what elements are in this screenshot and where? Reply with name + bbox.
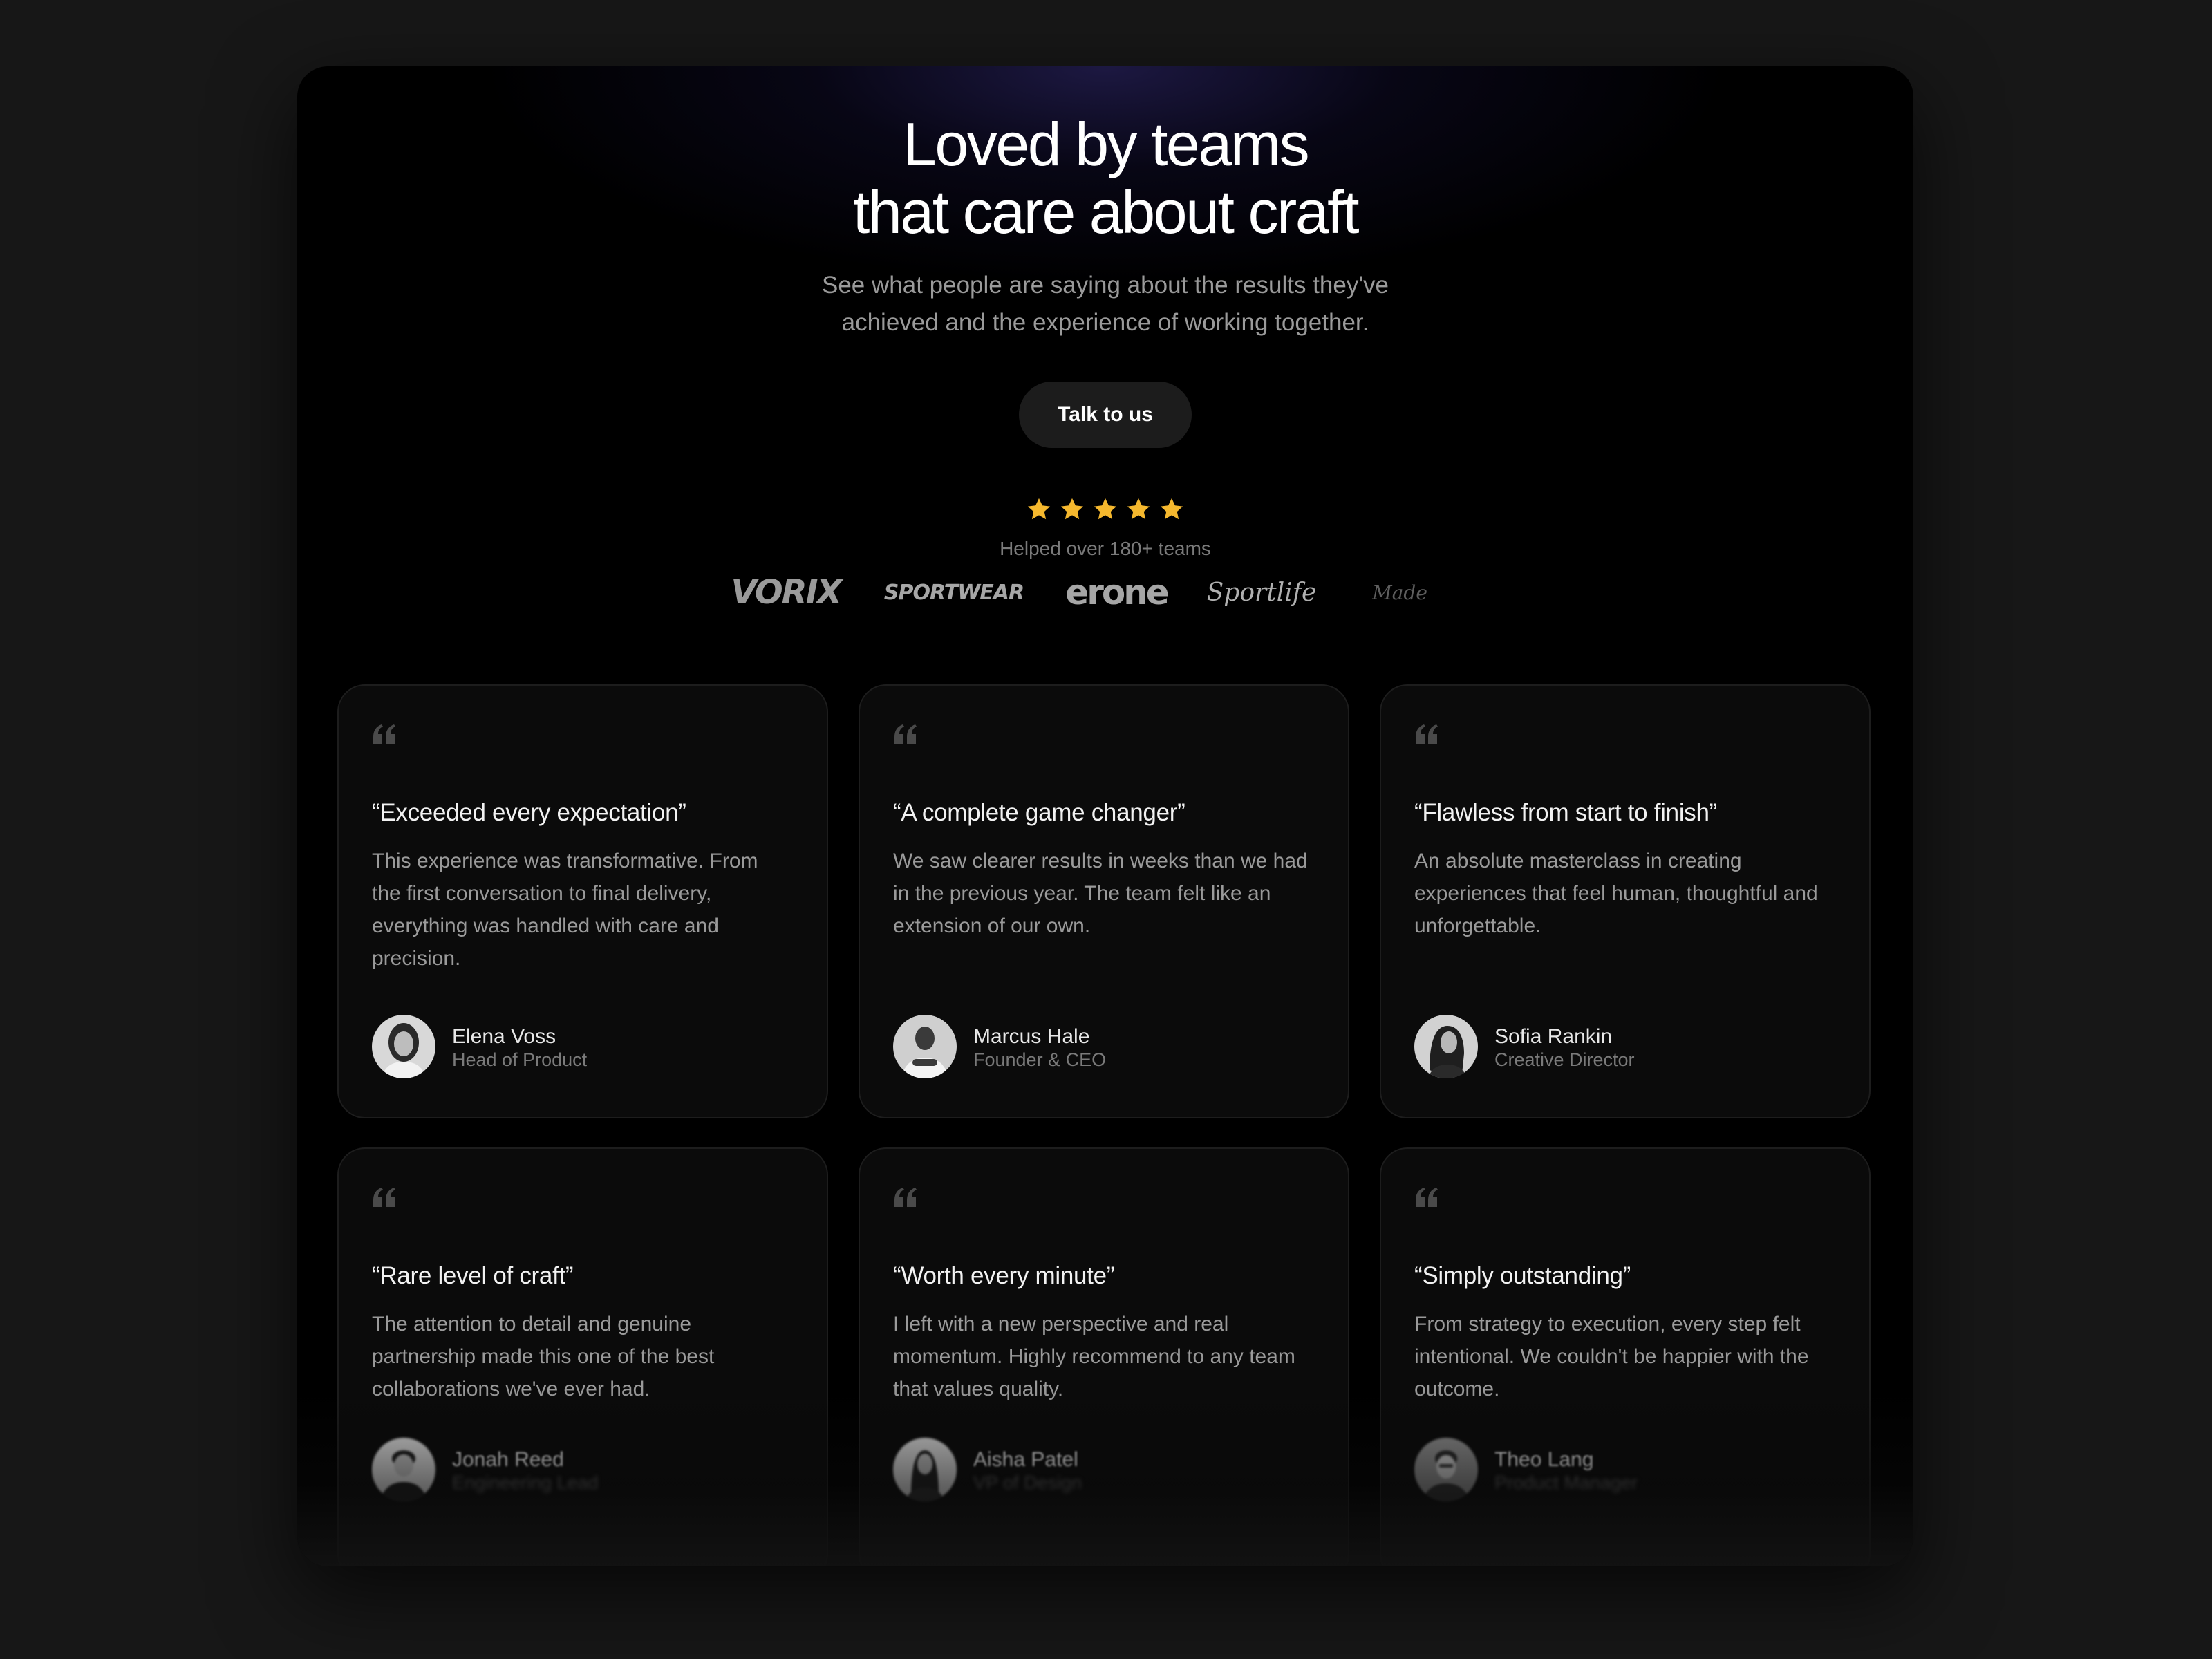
testimonial-body: I left with a new perspective and real m… [893, 1313, 1295, 1400]
avatar [893, 1015, 957, 1078]
testimonial-card: “Worth every minute” I left with a new p… [859, 1147, 1349, 1566]
avatar [1414, 1015, 1478, 1078]
section-subtitle: See what people are saying about the res… [297, 267, 1913, 341]
star-icon [1094, 498, 1117, 520]
talk-to-us-button[interactable]: Talk to us [1019, 382, 1192, 448]
author-role: Founder & CEO [973, 1049, 1107, 1070]
page-background: Loved by teams that care about craft See… [0, 0, 2212, 1659]
testimonial-title: “Rare level of craft” [372, 1262, 574, 1289]
author-name: Theo Lang [1494, 1448, 1594, 1471]
avatar [1414, 1438, 1478, 1501]
testimonial-card: “Flawless from start to finish” An absol… [1380, 684, 1871, 1118]
author-role: Engineering Lead [452, 1472, 599, 1493]
star-icon [1060, 498, 1084, 520]
headline-line-2: that care about craft [852, 178, 1360, 246]
testimonial-card: “Simply outstanding” From strategy to ex… [1380, 1147, 1871, 1566]
author-name: Aisha Patel [973, 1448, 1078, 1471]
quote-icon [1416, 724, 1438, 744]
quote-icon [373, 1188, 395, 1207]
star-icon [1127, 498, 1150, 520]
testimonial-body: An absolute masterclass in creating expe… [1414, 850, 1818, 937]
section-headline: Loved by teams that care about craft [297, 111, 1913, 246]
quote-icon [894, 724, 917, 744]
testimonial-body: This experience was transformative. From… [372, 850, 758, 970]
testimonial-card: “Rare level of craft” The attention to d… [337, 1147, 828, 1566]
author-name: Sofia Rankin [1494, 1025, 1613, 1048]
testimonial-body: The attention to detail and genuine part… [372, 1313, 715, 1400]
author-name: Jonah Reed [452, 1448, 564, 1471]
testimonial-card: “Exceeded every expectation” This experi… [337, 684, 828, 1118]
subtitle-line-2: achieved and the experience of working t… [841, 309, 1369, 336]
testimonial-title: “Exceeded every expectation” [372, 799, 686, 826]
author-name: Marcus Hale [973, 1025, 1090, 1048]
logo-sportlife: Sportlife [1206, 578, 1317, 607]
teams-helped-caption: Helped over 180+ teams [1000, 538, 1211, 559]
avatar [372, 1015, 435, 1078]
subtitle-line-1: See what people are saying about the res… [822, 272, 1389, 299]
logo-erone: erone [1065, 572, 1169, 612]
testimonial-title: “Flawless from start to finish” [1414, 799, 1718, 826]
star-rating [297, 496, 1913, 523]
testimonial-title: “Simply outstanding” [1414, 1262, 1631, 1289]
testimonial-body: We saw clearer results in weeks than we … [893, 850, 1308, 937]
testimonial-card: “A complete game changer” We saw clearer… [859, 684, 1349, 1118]
headline-line-1: Loved by teams [902, 110, 1310, 178]
author-role: Product Manager [1494, 1472, 1638, 1493]
testimonial-body: From strategy to execution, every step f… [1414, 1313, 1809, 1400]
author-role: Head of Product [452, 1049, 588, 1070]
testimonial-title: “A complete game changer” [893, 799, 1185, 826]
quote-icon [894, 1188, 917, 1207]
author-name: Elena Voss [452, 1025, 556, 1048]
author-role: Creative Director [1494, 1049, 1635, 1070]
quote-icon [373, 724, 395, 744]
logo-vorix: VORIX [731, 573, 843, 612]
avatar [372, 1438, 435, 1501]
testimonial-title: “Worth every minute” [893, 1262, 1115, 1289]
star-icon [1160, 498, 1183, 520]
logo-sportwear: SPORTWEAR [883, 580, 1024, 605]
client-logos: VORIX SPORTWEAR erone Sportlife Made [297, 568, 1913, 617]
avatar [893, 1438, 957, 1501]
author-role: VP of Design [973, 1472, 1082, 1493]
quote-icon [1416, 1188, 1438, 1207]
star-icon [1027, 498, 1051, 520]
logo-made: Made [1372, 581, 1427, 604]
testimonials-section: Loved by teams that care about craft See… [297, 66, 1913, 1566]
